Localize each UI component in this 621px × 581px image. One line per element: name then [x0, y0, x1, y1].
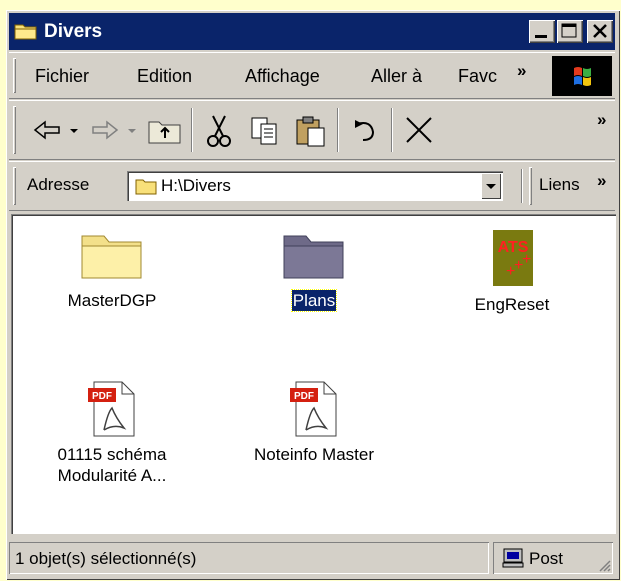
computer-icon: [502, 548, 524, 568]
explorer-window: Divers Fichier Edition Affichage Aller à…: [6, 10, 620, 580]
folder-icon: [283, 235, 344, 279]
folder-icon: [81, 235, 142, 279]
status-pane: 1 objet(s) sélectionné(s): [9, 542, 489, 574]
undo-icon[interactable]: [345, 108, 385, 152]
pdf-icon: PDF: [290, 381, 337, 437]
close-icon: [593, 24, 607, 38]
resize-grip-icon[interactable]: [597, 558, 611, 572]
up-folder-icon[interactable]: [145, 108, 185, 152]
forward-dropdown-icon[interactable]: [125, 108, 139, 152]
status-text: 1 objet(s) sélectionné(s): [15, 549, 197, 568]
svg-text:+: +: [522, 251, 531, 268]
minimize-button[interactable]: [529, 20, 555, 43]
address-input[interactable]: H:\Divers: [127, 171, 503, 201]
toolbar-grip[interactable]: [13, 167, 16, 205]
toolbar-grip[interactable]: [13, 106, 16, 154]
file-item-engreset[interactable]: ATS + + + EngReset: [437, 228, 587, 315]
file-label: EngReset: [474, 295, 550, 314]
file-list-view[interactable]: MasterDGP Plans ATS + + + EngReset PDF 0…: [11, 214, 616, 534]
copy-icon[interactable]: [245, 108, 285, 152]
menu-bar: Fichier Edition Affichage Aller à Favc »: [9, 52, 615, 99]
maximize-icon: [561, 23, 577, 38]
windows-flag-icon: [574, 67, 591, 86]
standard-toolbar: »: [9, 100, 615, 160]
delete-icon[interactable]: [399, 108, 439, 152]
address-bar: Adresse H:\Divers Liens »: [9, 161, 615, 211]
paste-icon[interactable]: [291, 108, 331, 152]
file-item-noteinfo-master[interactable]: PDF Noteinfo Master: [239, 378, 389, 465]
links-label[interactable]: Liens: [539, 175, 580, 195]
menu-affichage[interactable]: Affichage: [245, 66, 320, 87]
minimize-icon: [535, 35, 547, 38]
file-label: MasterDGP: [67, 291, 157, 310]
file-item-plans[interactable]: Plans: [239, 228, 389, 312]
close-button[interactable]: [587, 20, 613, 43]
ats-app-icon: ATS + + +: [493, 230, 533, 286]
windows-logo: [552, 56, 612, 96]
address-dropdown-button[interactable]: [481, 173, 501, 199]
file-item-01115-schema[interactable]: PDF 01115 schéma Modularité A...: [37, 378, 187, 486]
menu-favoris[interactable]: Favc: [458, 66, 497, 87]
menu-edition[interactable]: Edition: [137, 66, 192, 87]
maximize-button[interactable]: [557, 20, 583, 43]
folder-icon: [14, 24, 37, 40]
links-overflow-chevron[interactable]: »: [597, 171, 606, 191]
file-label: Plans: [290, 289, 338, 312]
forward-arrow-icon[interactable]: [87, 108, 123, 152]
toolbar-separator: [521, 169, 523, 203]
menu-fichier[interactable]: Fichier: [35, 66, 89, 87]
toolbar-separator: [337, 108, 339, 152]
zone-text: Post: [529, 549, 564, 568]
cut-icon[interactable]: [199, 108, 239, 152]
file-label: Noteinfo Master: [254, 445, 374, 464]
status-zone-pane: Post: [493, 542, 613, 574]
toolbar-separator: [191, 108, 193, 152]
window-title: Divers: [44, 21, 103, 42]
toolbar-overflow-chevron[interactable]: »: [597, 110, 606, 130]
menu-overflow-chevron[interactable]: »: [517, 61, 526, 81]
toolbar-grip[interactable]: [13, 58, 16, 93]
chevron-down-icon: [486, 184, 496, 189]
back-dropdown-icon[interactable]: [67, 108, 81, 152]
address-label: Adresse: [27, 175, 90, 194]
toolbar-separator: [391, 108, 393, 152]
status-bar: 1 objet(s) sélectionné(s) Post: [9, 540, 615, 576]
menu-aller-a[interactable]: Aller à: [371, 66, 422, 87]
title-bar[interactable]: Divers: [9, 13, 615, 50]
address-value: H:\Divers: [161, 176, 231, 195]
pdf-badge: PDF: [294, 391, 314, 402]
file-item-masterdgp[interactable]: MasterDGP: [37, 228, 187, 311]
file-label: 01115 schéma Modularité A...: [57, 445, 167, 485]
pdf-badge: PDF: [92, 391, 112, 402]
back-arrow-icon[interactable]: [29, 108, 65, 152]
pdf-icon: PDF: [88, 381, 135, 437]
folder-icon: [135, 179, 157, 195]
toolbar-grip[interactable]: [529, 167, 532, 205]
